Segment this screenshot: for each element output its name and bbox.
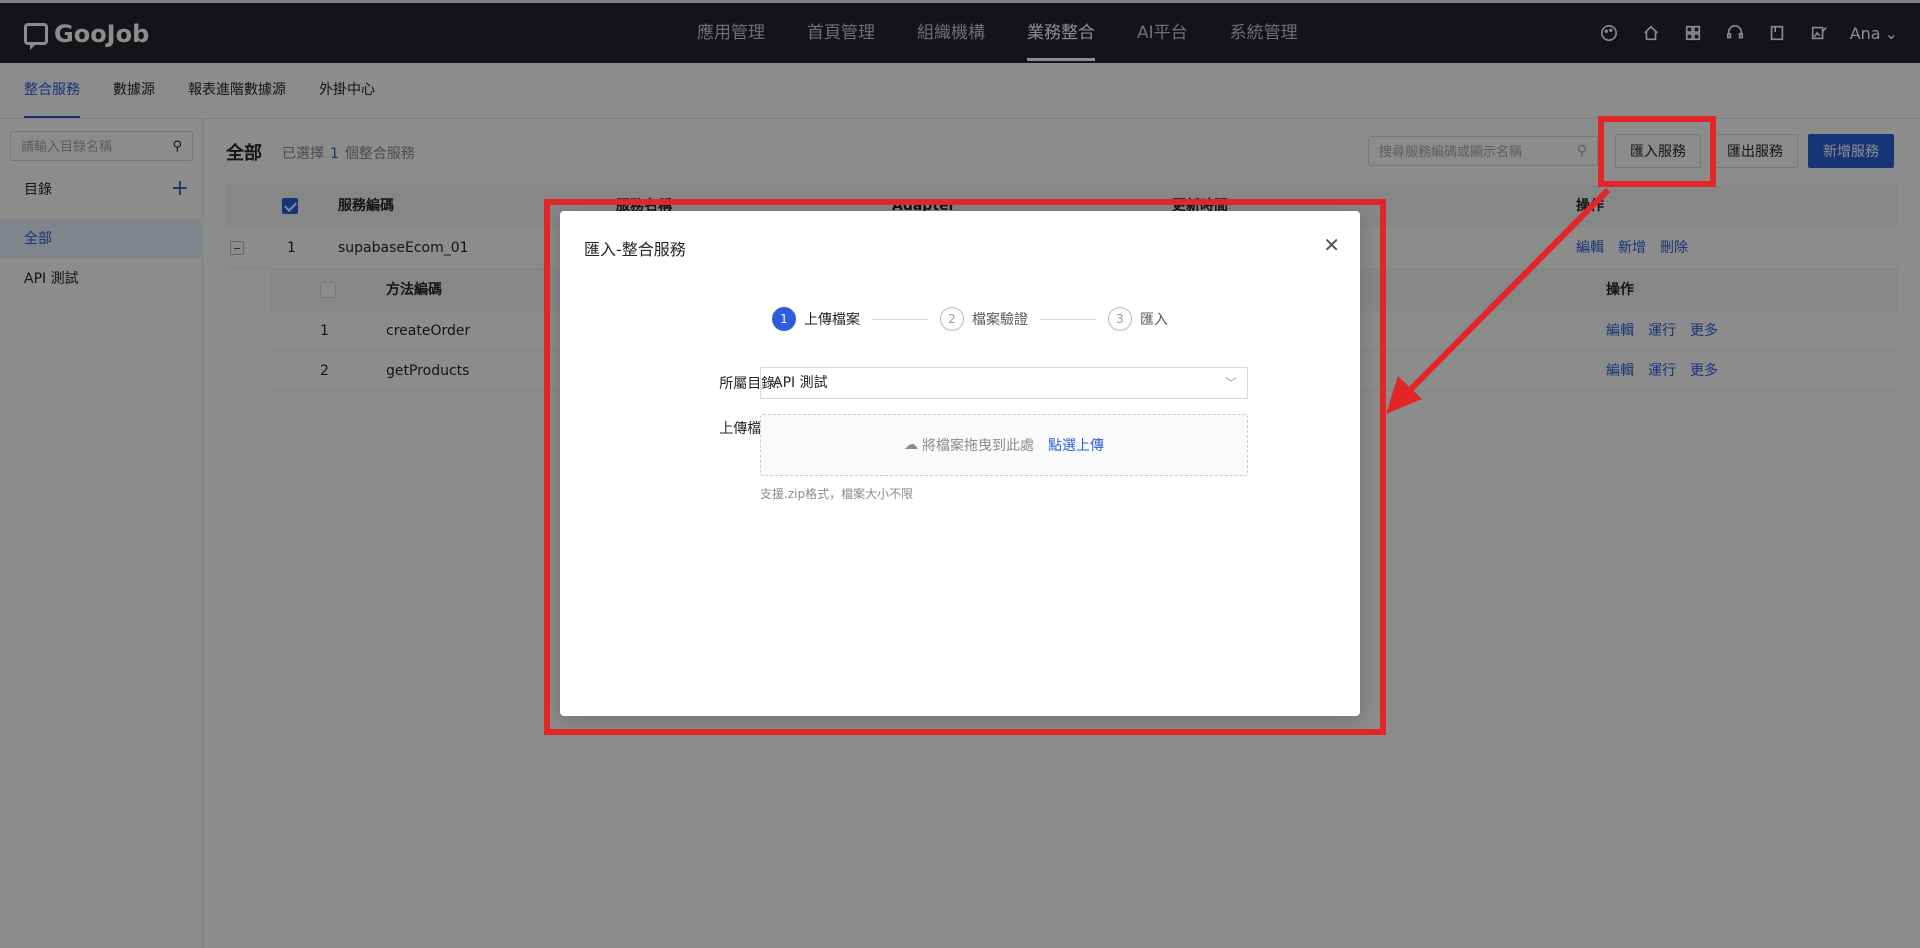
annotation-box-dialog: [544, 199, 1386, 735]
annotation-box-import-button: [1598, 116, 1716, 187]
